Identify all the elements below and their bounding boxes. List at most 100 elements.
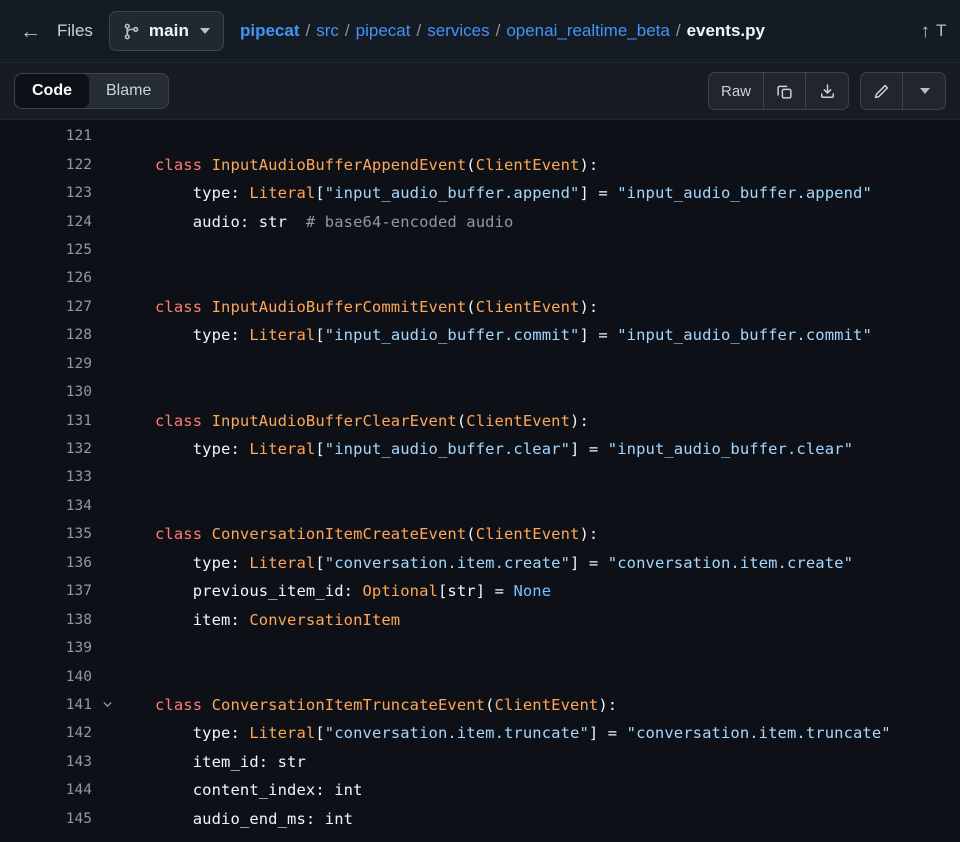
breadcrumb-segment-3[interactable]: services (427, 21, 489, 41)
code-line: 140 (0, 662, 960, 690)
code-token: "input_audio_buffer.clear" (608, 440, 853, 458)
line-number[interactable]: 143 (0, 754, 96, 770)
pencil-icon[interactable] (861, 73, 903, 109)
code-token: None (513, 582, 551, 600)
code-token: ConversationItemCreateEvent (212, 525, 467, 543)
code-line: 126 (0, 264, 960, 292)
code-token: = (495, 582, 514, 600)
line-number[interactable]: 132 (0, 441, 96, 457)
code-line: 142 type: Literal["conversation.item.tru… (0, 719, 960, 747)
code-line: 121 (0, 122, 960, 150)
chevron-down-icon[interactable] (903, 73, 945, 109)
code-token: "input_audio_buffer.append" (617, 184, 872, 202)
copy-icon[interactable] (764, 73, 806, 109)
code-token: [ (315, 724, 324, 742)
code-line-content: item: ConversationItem (118, 611, 960, 629)
code-token: ClientEvent (476, 156, 580, 174)
code-token: "input_audio_buffer.commit" (325, 326, 580, 344)
code-line: 129 (0, 350, 960, 378)
line-number[interactable]: 125 (0, 242, 96, 258)
breadcrumb-segment-4[interactable]: openai_realtime_beta (506, 21, 670, 41)
files-link[interactable]: Files (49, 21, 101, 41)
code-line: 133 (0, 463, 960, 491)
code-line-content: type: Literal["input_audio_buffer.commit… (118, 326, 960, 344)
line-number[interactable]: 136 (0, 555, 96, 571)
line-number[interactable]: 141 (0, 697, 96, 713)
branch-name: main (149, 21, 189, 41)
code-token: ): (579, 298, 598, 316)
tab-code[interactable]: Code (15, 74, 89, 108)
code-token: [ (315, 440, 324, 458)
breadcrumb-separator: / (676, 21, 681, 41)
line-number[interactable]: 126 (0, 270, 96, 286)
code-token: ClientEvent (466, 412, 570, 430)
code-token: ] (579, 326, 598, 344)
code-token: InputAudioBufferCommitEvent (212, 298, 467, 316)
line-number[interactable]: 123 (0, 185, 96, 201)
line-number[interactable]: 133 (0, 469, 96, 485)
line-number[interactable]: 131 (0, 413, 96, 429)
chevron-down-icon[interactable] (96, 698, 118, 711)
line-number[interactable]: 140 (0, 669, 96, 685)
breadcrumb-separator: / (306, 21, 311, 41)
line-number[interactable]: 128 (0, 327, 96, 343)
code-token: type: (155, 724, 249, 742)
code-blame-tablist: Code Blame (14, 73, 169, 109)
line-number[interactable]: 139 (0, 640, 96, 656)
line-number[interactable]: 138 (0, 612, 96, 628)
line-number[interactable]: 124 (0, 214, 96, 230)
code-line-content: class InputAudioBufferClearEvent(ClientE… (118, 412, 960, 430)
code-line-content: class InputAudioBufferAppendEvent(Client… (118, 156, 960, 174)
code-token: "conversation.item.truncate" (325, 724, 589, 742)
code-line: 127class InputAudioBufferCommitEvent(Cli… (0, 293, 960, 321)
line-number[interactable]: 122 (0, 157, 96, 173)
code-token: "input_audio_buffer.append" (325, 184, 580, 202)
code-viewer[interactable]: 121 122 class InputAudioBufferAppendEvent(… (0, 120, 960, 842)
arrow-left-icon[interactable]: ← (14, 17, 47, 46)
code-token: ( (457, 412, 466, 430)
download-icon[interactable] (806, 73, 848, 109)
tab-blame[interactable]: Blame (89, 74, 168, 108)
code-line: 132 type: Literal["input_audio_buffer.cl… (0, 435, 960, 463)
line-number[interactable]: 134 (0, 498, 96, 514)
code-token: Literal (249, 724, 315, 742)
edit-button-group (860, 72, 946, 110)
line-number[interactable]: 142 (0, 725, 96, 741)
code-token: [ (315, 184, 324, 202)
arrow-up-icon[interactable]: ↑ (921, 22, 931, 41)
line-number[interactable]: 135 (0, 526, 96, 542)
line-number[interactable]: 129 (0, 356, 96, 372)
code-line-content: content_index: int (118, 781, 960, 799)
line-number[interactable]: 130 (0, 384, 96, 400)
top-label[interactable]: T (936, 21, 946, 41)
breadcrumb-separator: / (345, 21, 350, 41)
code-token: InputAudioBufferClearEvent (212, 412, 457, 430)
line-number[interactable]: 145 (0, 811, 96, 827)
line-number[interactable]: 121 (0, 128, 96, 144)
breadcrumb-segment-2[interactable]: pipecat (356, 21, 411, 41)
code-token: ] (579, 184, 598, 202)
raw-button[interactable]: Raw (709, 73, 764, 109)
breadcrumb: pipecat / src / pipecat / services / ope… (240, 21, 765, 41)
line-number[interactable]: 127 (0, 299, 96, 315)
code-token: class (155, 156, 212, 174)
line-number[interactable]: 137 (0, 583, 96, 599)
code-line-content: type: Literal["conversation.item.truncat… (118, 724, 960, 742)
breadcrumb-file-name: events.py (687, 21, 765, 41)
code-token: ): (579, 156, 598, 174)
code-line: 124 audio: str # base64-encoded audio (0, 207, 960, 235)
line-number[interactable]: 144 (0, 782, 96, 798)
code-token: Literal (249, 184, 315, 202)
code-token: = (598, 184, 617, 202)
code-line-content: item_id: str (118, 753, 960, 771)
code-token: type: (155, 184, 249, 202)
code-token: ( (485, 696, 494, 714)
code-token: ): (570, 412, 589, 430)
code-token: ClientEvent (495, 696, 599, 714)
code-line-content: class ConversationItemTruncateEvent(Clie… (118, 696, 960, 714)
code-token: previous_item_id: (155, 582, 363, 600)
branch-selector-button[interactable]: main (109, 11, 224, 51)
breadcrumb-segment-0[interactable]: pipecat (240, 21, 300, 41)
breadcrumb-segment-1[interactable]: src (316, 21, 339, 41)
code-line-content: audio_end_ms: int (118, 810, 960, 828)
